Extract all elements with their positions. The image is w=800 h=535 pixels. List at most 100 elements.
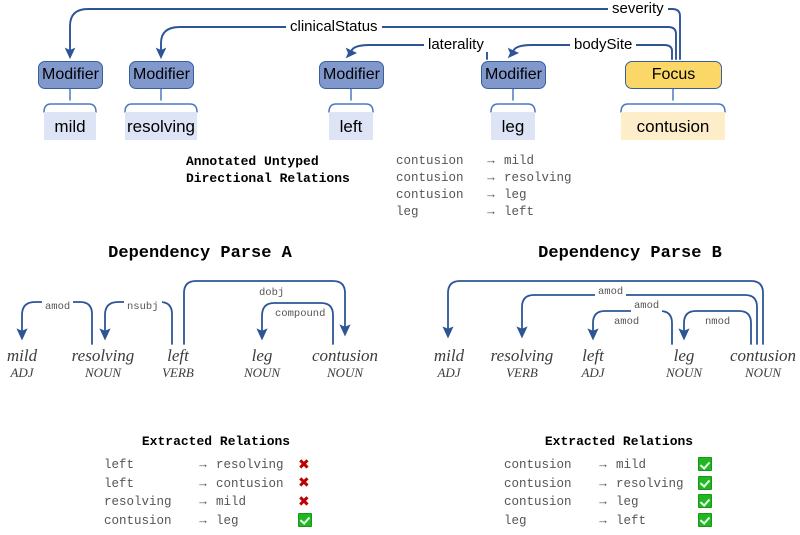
parse-b-extracted-block: Extracted Relations contusion → mild con…	[504, 434, 734, 530]
parse-b-arc-label-amod-mild: amod	[595, 286, 627, 298]
extracted-row: contusion → resolving	[504, 475, 734, 494]
token-text: contusion	[636, 116, 710, 136]
annotated-relations-title-line1: Annotated Untyped	[186, 154, 319, 169]
word-text: leg	[251, 346, 273, 365]
node-label: Focus	[651, 66, 696, 83]
word-pos: ADJ	[581, 365, 605, 380]
parse-a-arc-label-dobj: dobj	[256, 287, 288, 299]
parse-a-word-leg: leg NOUN	[222, 346, 302, 381]
relation-target: resolving	[616, 476, 684, 491]
token-text: left	[339, 116, 363, 136]
check-icon	[698, 494, 712, 509]
schema-token-resolving: resolving	[125, 112, 197, 140]
parse-a-extracted-block: Extracted Relations left → resolving ✖ l…	[104, 434, 328, 530]
parse-b-title: Dependency Parse B	[538, 244, 722, 263]
relation-source: contusion	[504, 495, 572, 510]
parse-a-extracted-title: Extracted Relations	[141, 434, 291, 449]
relation-arrow: →	[599, 495, 607, 510]
relation-target: left	[616, 513, 647, 528]
parse-a-word-contusion: contusion NOUN	[293, 346, 397, 381]
parse-b-arc-label-amod-left: amod	[611, 316, 643, 328]
annotated-relation-row: leg → left	[396, 203, 586, 220]
bracket-leg	[490, 103, 536, 113]
word-text: left	[582, 346, 604, 365]
word-pos: NOUN	[326, 365, 364, 380]
parse-b-arc-label-nmod-leg: nmod	[702, 316, 734, 328]
bracket-left	[328, 103, 374, 113]
relation-source: contusion	[396, 171, 464, 186]
status-badge-wrong: ✖	[298, 458, 318, 473]
token-text: leg	[501, 116, 525, 136]
annotated-relation-row: contusion → mild	[396, 153, 586, 170]
parse-a-word-left: left VERB	[138, 346, 218, 381]
relation-source: left	[104, 458, 135, 473]
relation-target: leg	[616, 495, 639, 510]
check-icon	[298, 512, 312, 527]
schema-token-leg: leg	[491, 112, 535, 140]
schema-node-modifier-left[interactable]: Modifier	[319, 61, 384, 89]
parse-a-arc-label-nsubj: nsubj	[124, 301, 162, 313]
parse-b-word-left: left ADJ	[553, 346, 633, 381]
word-text: contusion	[729, 346, 797, 365]
extracted-row: left → resolving ✖	[104, 456, 328, 475]
relation-arrow: →	[487, 204, 495, 219]
schema-node-modifier-resolving[interactable]: Modifier	[129, 61, 194, 89]
check-icon	[698, 512, 712, 527]
cross-icon: ✖	[298, 456, 310, 473]
token-text: resolving	[126, 116, 196, 136]
relation-arrow: →	[599, 476, 607, 491]
node-label: Modifier	[323, 66, 380, 83]
extracted-row: left → contusion ✖	[104, 475, 328, 494]
schema-node-modifier-mild[interactable]: Modifier	[38, 61, 103, 89]
word-pos: NOUN	[744, 365, 782, 380]
relation-arrow: →	[199, 495, 207, 510]
schema-node-focus-contusion[interactable]: Focus	[625, 61, 722, 89]
node-label: Modifier	[485, 66, 542, 83]
relation-source: contusion	[396, 187, 464, 202]
annotated-relations-title-line2: Directional Relations	[186, 171, 350, 186]
schema-token-mild: mild	[44, 112, 96, 140]
relation-arrow: →	[199, 476, 207, 491]
parse-a-arc-label-amod: amod	[42, 301, 74, 313]
relation-arrow: →	[599, 458, 607, 473]
relation-arrow: →	[487, 171, 495, 186]
schema-token-contusion: contusion	[621, 112, 725, 140]
node-label: Modifier	[42, 66, 99, 83]
word-pos: NOUN	[243, 365, 281, 380]
relation-target: contusion	[216, 476, 284, 491]
relation-source: resolving	[104, 495, 172, 510]
cross-icon: ✖	[298, 493, 310, 510]
parse-a-arc-label-compound: compound	[272, 308, 329, 320]
relation-source: leg	[396, 204, 419, 219]
extracted-row: resolving → mild ✖	[104, 493, 328, 512]
bracket-resolving	[124, 103, 198, 113]
relation-target: leg	[216, 513, 239, 528]
status-badge-correct	[698, 512, 718, 529]
edge-label-laterality: laterality	[424, 37, 488, 52]
status-badge-correct	[698, 475, 718, 492]
bracket-mild	[43, 103, 97, 113]
schema-token-left: left	[329, 112, 373, 140]
edge-label-bodysite: bodySite	[570, 37, 637, 52]
relation-arrow: →	[199, 458, 207, 473]
schema-node-modifier-leg[interactable]: Modifier	[481, 61, 546, 89]
relation-arrow: →	[599, 513, 607, 528]
relation-source: contusion	[504, 458, 572, 473]
relation-source: contusion	[396, 154, 464, 169]
parse-a-title: Dependency Parse A	[108, 244, 292, 263]
annotated-relation-row: contusion → resolving	[396, 170, 586, 187]
extracted-row: contusion → leg	[104, 512, 328, 531]
relation-source: contusion	[504, 476, 572, 491]
relation-target: mild	[216, 495, 247, 510]
relation-target: leg	[504, 187, 527, 202]
relation-target: mild	[616, 458, 647, 473]
parse-b-extracted-title: Extracted Relations	[544, 434, 694, 449]
status-badge-correct	[298, 512, 318, 529]
bracket-contusion	[620, 103, 726, 113]
extracted-row: leg → left	[504, 512, 734, 531]
relation-target: mild	[504, 154, 535, 169]
edge-label-clinicalstatus: clinicalStatus	[286, 19, 382, 34]
diagram-canvas: severity clinicalStatus laterality bodyS…	[0, 0, 800, 535]
extracted-row: contusion → leg	[504, 493, 734, 512]
status-badge-correct	[698, 494, 718, 510]
